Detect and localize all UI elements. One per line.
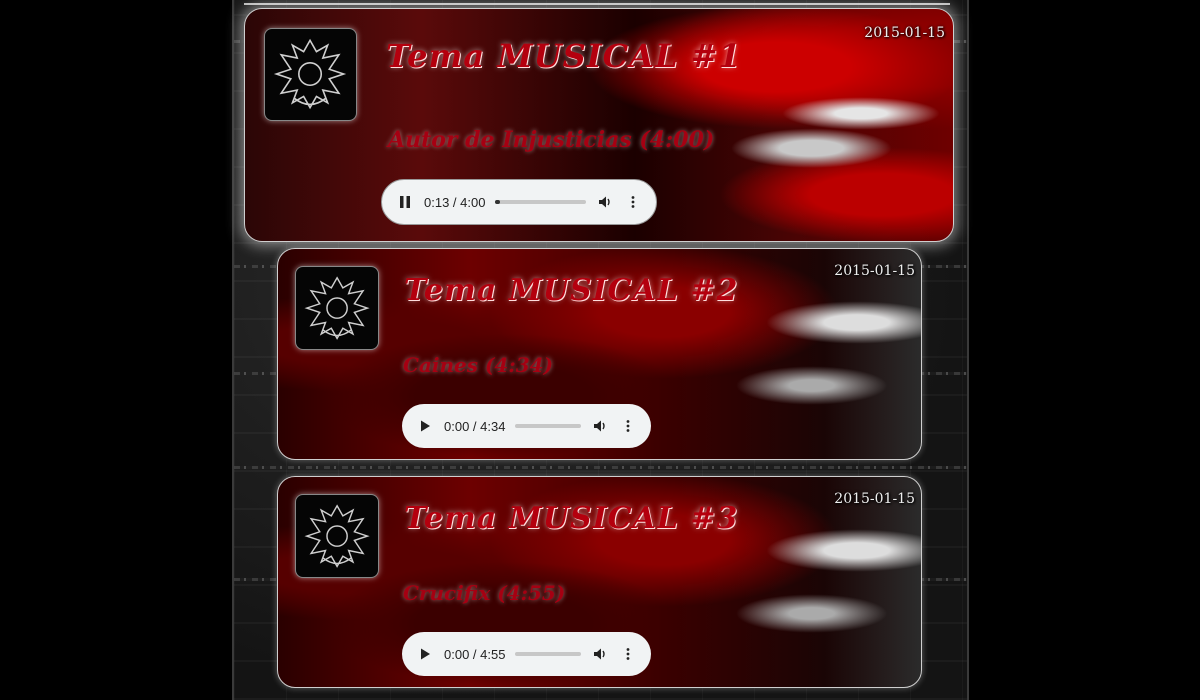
track-card-1: 2015-01-15 Tema MUSICAL #1 Autor de Inju… — [244, 8, 954, 242]
pause-icon[interactable] — [396, 193, 414, 211]
track-title: Tema MUSICAL #1 — [386, 37, 742, 75]
seek-bar[interactable] — [495, 200, 586, 204]
more-vertical-icon[interactable] — [619, 417, 637, 435]
player-time: 0:00 / 4:34 — [444, 418, 506, 434]
volume-icon[interactable] — [596, 193, 614, 211]
seek-bar[interactable] — [515, 424, 581, 428]
more-vertical-icon[interactable] — [619, 645, 637, 663]
album-thumbnail[interactable] — [295, 266, 379, 350]
seek-progress — [495, 200, 501, 204]
band-logo-icon — [304, 504, 370, 568]
more-vertical-icon[interactable] — [624, 193, 642, 211]
top-divider — [244, 3, 950, 5]
audio-player: 0:13 / 4:00 — [381, 179, 657, 225]
track-date: 2015-01-15 — [864, 25, 945, 41]
track-card-3: 2015-01-15 Tema MUSICAL #3 Crucifix (4:5… — [277, 476, 922, 688]
volume-icon[interactable] — [591, 417, 609, 435]
track-subtitle: Autor de Injusticias (4:00) — [388, 127, 715, 153]
track-subtitle: Crucifix (4:55) — [403, 581, 566, 605]
player-time: 0:00 / 4:55 — [444, 646, 506, 662]
band-logo-icon — [304, 276, 370, 340]
seek-bar[interactable] — [515, 652, 581, 656]
album-thumbnail[interactable] — [295, 494, 379, 578]
volume-icon[interactable] — [591, 645, 609, 663]
album-thumbnail[interactable] — [264, 28, 357, 121]
audio-player: 0:00 / 4:34 — [402, 404, 651, 448]
player-time: 0:13 / 4:00 — [424, 194, 486, 210]
track-title: Tema MUSICAL #2 — [404, 273, 739, 308]
track-card-2: 2015-01-15 Tema MUSICAL #2 Caines (4:34)… — [277, 248, 922, 460]
band-logo-icon — [274, 39, 347, 110]
track-date: 2015-01-15 — [834, 263, 915, 279]
track-date: 2015-01-15 — [834, 491, 915, 507]
wire-decoration — [234, 466, 967, 469]
page: 2015-01-15 Tema MUSICAL #1 Autor de Inju… — [0, 0, 1200, 700]
audio-player: 0:00 / 4:55 — [402, 632, 651, 676]
track-title: Tema MUSICAL #3 — [404, 501, 739, 536]
play-icon[interactable] — [416, 645, 434, 663]
track-subtitle: Caines (4:34) — [403, 353, 554, 377]
play-icon[interactable] — [416, 417, 434, 435]
